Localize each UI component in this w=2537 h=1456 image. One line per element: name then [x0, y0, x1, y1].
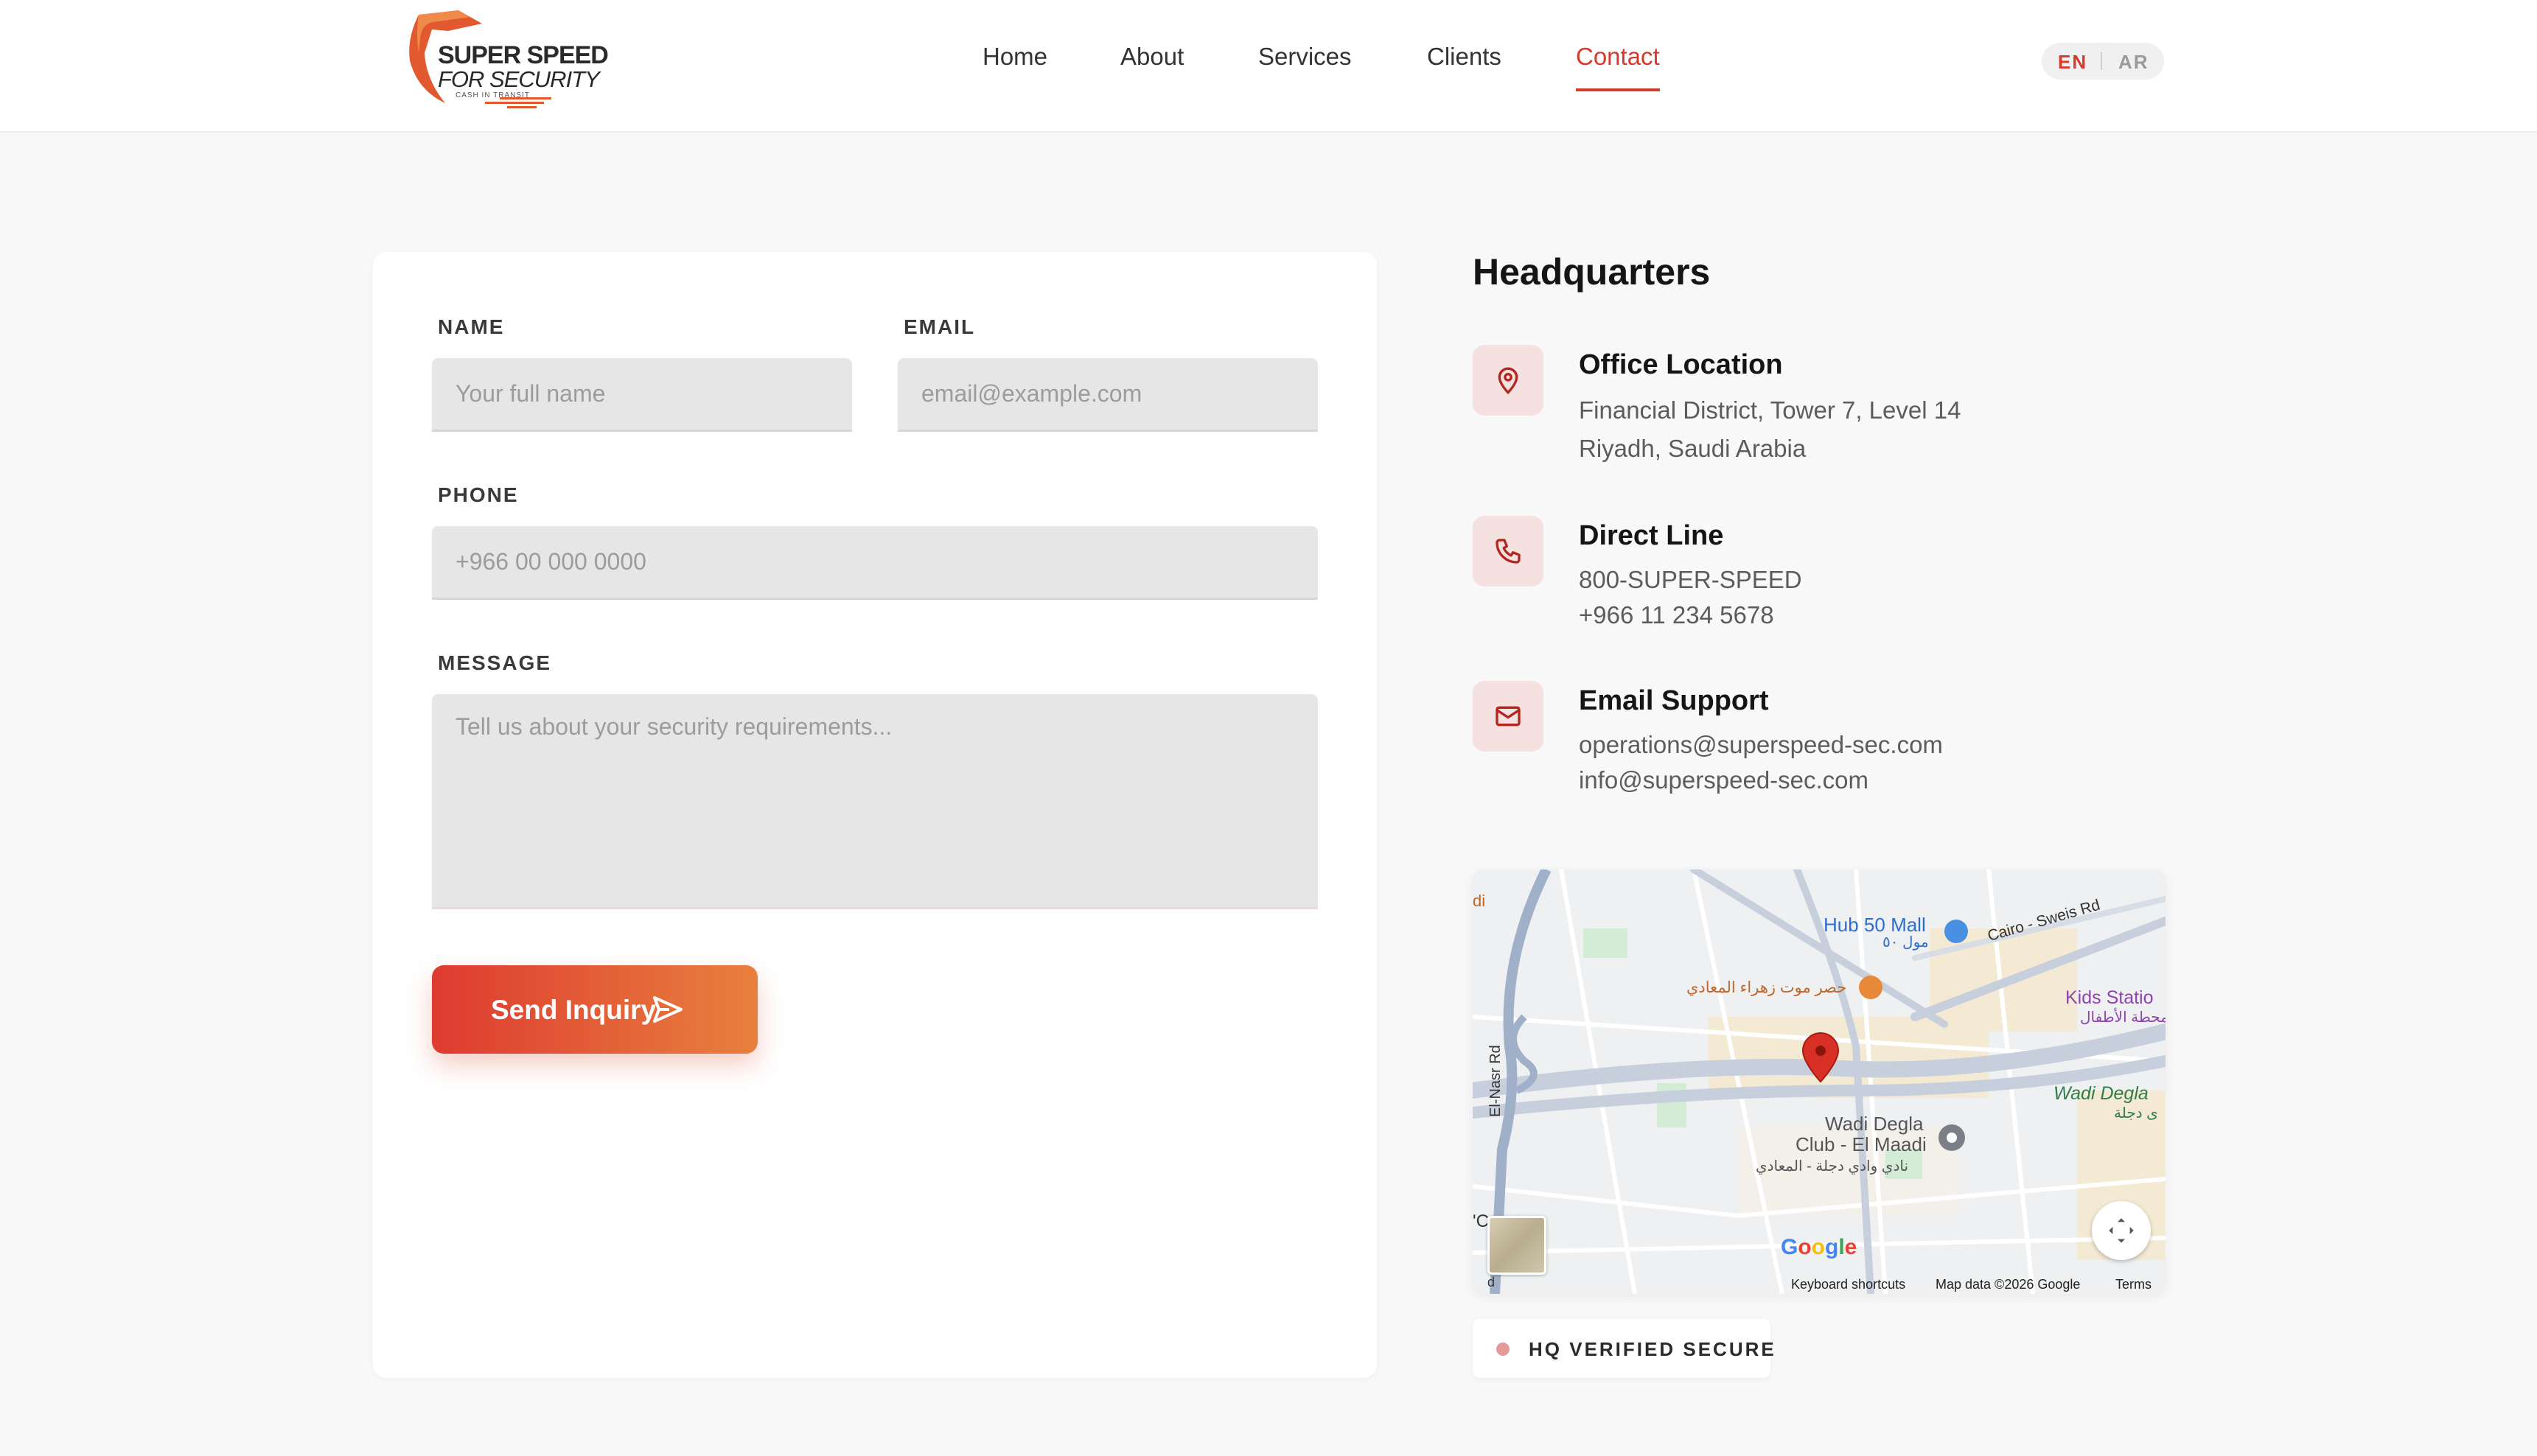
office-address-line2: Riyadh, Saudi Arabia	[1579, 435, 1807, 462]
map-label-hub-mall-ar: مول ٥٠	[1882, 934, 1929, 951]
nav-services[interactable]: Services	[1258, 43, 1352, 94]
direct-line-title: Direct Line	[1579, 520, 1724, 551]
map-fullscreen-button[interactable]	[2092, 1201, 2151, 1260]
google-logo: Google	[1781, 1235, 1857, 1259]
lang-ar-option[interactable]: AR	[2118, 51, 2149, 74]
phone-icon	[1496, 539, 1521, 564]
fullscreen-icon	[2109, 1218, 2134, 1243]
brand-logo[interactable]: SUPER SPEED FOR SECURITY CASH IN TRANSIT	[404, 9, 609, 109]
nav-clients[interactable]: Clients	[1427, 43, 1501, 94]
email-label: EMAIL	[904, 315, 976, 338]
lang-divider	[2101, 52, 2102, 70]
mail-icon	[1496, 706, 1521, 727]
nav-about[interactable]: About	[1120, 43, 1184, 94]
speed-lines-icon	[485, 97, 551, 108]
map-label-wadi-degla-right-ar: ى دجلة	[2114, 1105, 2158, 1121]
satellite-toggle[interactable]	[1487, 1216, 1546, 1275]
message-label: MESSAGE	[438, 651, 552, 674]
phone-icon-box	[1473, 516, 1543, 587]
map-label-restaurant-ar: حصر موت زهراء المعادي	[1686, 979, 1847, 996]
email-icon-box	[1473, 681, 1543, 752]
email-line2[interactable]: info@superspeed-sec.com	[1579, 766, 1868, 794]
map-label-wadi-degla-club-2: Club - El Maadi	[1796, 1133, 1927, 1155]
nav-contact[interactable]: Contact	[1576, 43, 1660, 94]
status-dot	[1496, 1343, 1510, 1356]
map-pin-icon	[1498, 367, 1518, 395]
email-line1[interactable]: operations@superspeed-sec.com	[1579, 731, 1943, 759]
location-map[interactable]: Hub 50 Mall مول ٥٠ Cairo - Sweis Rd Kids…	[1473, 869, 2166, 1294]
language-switcher: EN AR	[2042, 43, 2164, 80]
office-location-title: Office Location	[1579, 349, 1783, 380]
hq-verified-label: HQ VERIFIED SECURE	[1529, 1338, 1776, 1360]
map-label-wadi-degla-club-ar: نادي وادي دجلة - المعادي	[1756, 1158, 1909, 1175]
phone-label: PHONE	[438, 483, 519, 506]
name-label: NAME	[438, 315, 505, 338]
hq-verified-badge: HQ VERIFIED SECURE	[1473, 1319, 1774, 1378]
map-label-wadi-degla-right: Wadi Degla	[2053, 1083, 2149, 1104]
map-footer: Keyboard shortcuts Map data ©2026 Google…	[1473, 1272, 2166, 1294]
map-label-edge-left-2: 'C	[1473, 1211, 1489, 1231]
lang-en-option[interactable]: EN	[2058, 51, 2087, 74]
map-label-edge-left: di	[1473, 892, 1486, 910]
phone-line1[interactable]: 800-SUPER-SPEED	[1579, 566, 1802, 594]
map-label-wadi-degla-club: Wadi Degla	[1825, 1113, 1924, 1135]
site-header: SUPER SPEED FOR SECURITY CASH IN TRANSIT…	[0, 0, 2537, 133]
map-keyboard-shortcuts[interactable]: Keyboard shortcuts	[1791, 1277, 1905, 1292]
phone-input[interactable]	[432, 526, 1318, 600]
send-inquiry-label: Send Inquiry	[491, 995, 657, 1025]
name-input[interactable]	[432, 358, 852, 432]
send-icon	[653, 996, 683, 1023]
map-label-el-nasr-rd: El-Nasr Rd	[1487, 1045, 1504, 1117]
contact-form-card: NAME EMAIL PHONE MESSAGE Send Inquiry	[373, 252, 1377, 1378]
phone-line2[interactable]: +966 11 234 5678	[1579, 601, 1774, 629]
map-roads	[1473, 869, 2166, 1294]
nav-home[interactable]: Home	[983, 43, 1047, 94]
map-terms-link[interactable]: Terms	[2115, 1277, 2152, 1292]
office-icon-box	[1473, 345, 1543, 416]
map-data-credit: Map data ©2026 Google	[1936, 1277, 2081, 1292]
headquarters-title: Headquarters	[1473, 251, 1711, 293]
map-label-kids-station: Kids Statio	[2065, 987, 2154, 1008]
send-inquiry-button[interactable]: Send Inquiry	[432, 965, 758, 1054]
brand-line2: FOR SECURITY	[438, 66, 600, 92]
email-support-title: Email Support	[1579, 685, 1769, 716]
email-input[interactable]	[898, 358, 1318, 432]
office-address-line1: Financial District, Tower 7, Level 14	[1579, 396, 1961, 424]
map-label-kids-station-ar: محطة الأطفال	[2080, 1009, 2166, 1026]
message-textarea[interactable]	[432, 694, 1318, 909]
